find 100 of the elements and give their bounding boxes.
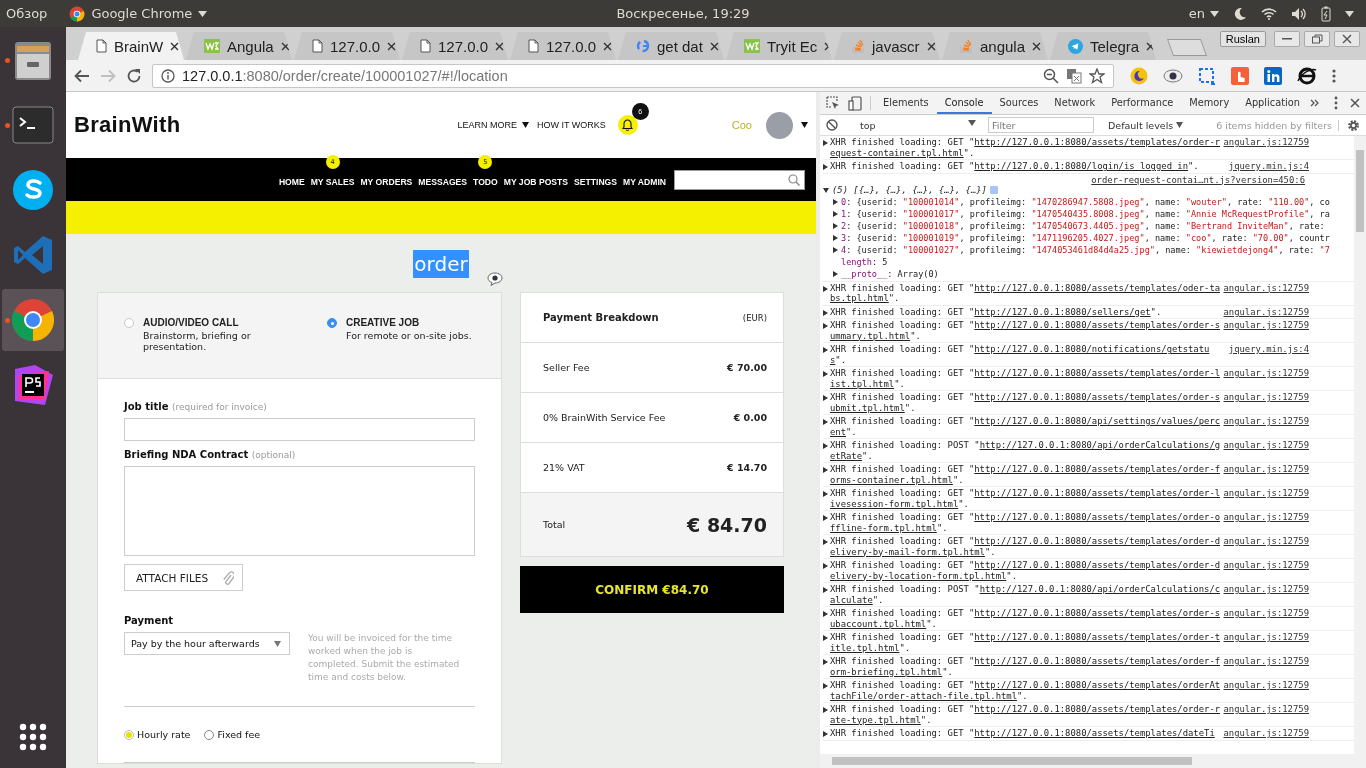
array-entry[interactable]: __proto__: Array(0) (841, 267, 939, 280)
browser-tab[interactable]: get dat (618, 32, 724, 60)
devtools-tab[interactable]: Sources (991, 92, 1047, 114)
menu-button[interactable] (1332, 67, 1336, 84)
expand-arrow-icon[interactable] (823, 443, 828, 449)
expand-arrow-icon[interactable] (823, 635, 828, 641)
devtools-tab[interactable]: Memory (1181, 92, 1238, 114)
source-link[interactable]: angular.js:12759 (1223, 656, 1309, 677)
devtools-tab[interactable]: Elements (875, 92, 937, 114)
radio-button[interactable] (124, 729, 134, 740)
browser-tab[interactable]: 127.0.0 (402, 32, 508, 60)
restore-button[interactable] (1304, 31, 1330, 47)
source-link[interactable]: angular.js:12759 (1223, 488, 1309, 509)
source-link[interactable]: angular.js:12759 (1223, 464, 1309, 485)
source-link[interactable]: angular.js:12759 (1223, 416, 1309, 437)
vertical-scrollbar[interactable] (1354, 136, 1366, 754)
radio-button[interactable] (204, 729, 215, 740)
dock-item[interactable] (2, 289, 64, 351)
array-entry[interactable]: 3: {userid: "100001019", profileimg: "1471196205.4027.jpeg", name: "coo", rate: "70.00", countr (841, 231, 1330, 244)
nav-link[interactable]: MESSAGES (418, 177, 468, 187)
radio-button[interactable] (327, 318, 337, 328)
source-link[interactable]: angular.js:12759 (1223, 632, 1309, 653)
devtools-menu-button[interactable] (1334, 96, 1338, 110)
array-entry[interactable]: 2: {userid: "100001018", profileimg: "1470540673.4405.jpeg", name: "Bertrand InviteMan", rate: (841, 219, 1325, 232)
expand-arrow-icon[interactable] (823, 611, 828, 617)
expand-arrow-icon[interactable] (823, 587, 828, 593)
clock[interactable]: Воскресенье, 19:29 (616, 6, 750, 21)
inspect-button[interactable] (826, 96, 840, 110)
expand-arrow-icon[interactable] (823, 140, 828, 146)
devtools-tab[interactable]: Application (1237, 92, 1308, 114)
nav-link[interactable]: MY ADMIN (623, 177, 666, 187)
expand-arrow-icon[interactable] (823, 371, 828, 377)
expand-arrow-icon[interactable] (823, 683, 828, 689)
expand-arrow-icon[interactable] (823, 659, 828, 665)
source-link[interactable]: angular.js:12759 (1223, 368, 1309, 389)
devtools-tab[interactable]: Network (1046, 92, 1104, 114)
header-link[interactable]: LEARN MORE (457, 120, 529, 130)
expand-arrow-icon[interactable] (823, 323, 828, 329)
extension-button[interactable] (1163, 67, 1183, 84)
nav-link[interactable]: MY JOB POSTS (503, 177, 569, 187)
confirm-button[interactable]: CONFIRM €84.70 (520, 566, 784, 613)
array-entry[interactable]: 1: {userid: "100001017", profileimg: "1470540435.8008.jpeg", name: "Annie McRequestProfile", ra (841, 207, 1330, 220)
extension-button[interactable] (1297, 66, 1317, 85)
header-link[interactable]: HOW IT WORKS (536, 120, 606, 130)
browser-tab[interactable]: Telegra (1050, 32, 1156, 60)
source-link[interactable]: angular.js:12759 (1223, 512, 1309, 533)
expand-arrow-icon[interactable] (833, 247, 838, 253)
notifications-button[interactable] (617, 115, 638, 135)
browser-tab[interactable]: BrainW (78, 32, 184, 60)
expand-arrow-icon[interactable] (823, 707, 828, 713)
expand-arrow-icon[interactable] (823, 467, 828, 473)
minimize-button[interactable] (1274, 31, 1300, 47)
nav-link[interactable]: TODO (473, 177, 498, 187)
horizontal-scrollbar[interactable] (820, 754, 1366, 768)
source-link[interactable]: angular.js:12759 (1223, 392, 1309, 413)
input-field[interactable] (124, 418, 475, 441)
expand-arrow-icon[interactable] (833, 211, 838, 217)
source-link[interactable]: order-request-contai…nt.js?version=450:6 (1091, 174, 1305, 185)
filter-input[interactable]: Filter (988, 117, 1094, 133)
activities-button[interactable]: Обзор (6, 6, 48, 21)
source-link[interactable]: angular.js:12759 (1223, 560, 1309, 581)
browser-tab[interactable]: Angula (186, 32, 292, 60)
devtools-tab[interactable]: Console (936, 92, 992, 114)
expand-arrow-icon[interactable] (823, 164, 828, 170)
app-menu[interactable]: Google Chrome (69, 5, 208, 22)
back-button[interactable] (74, 68, 90, 83)
avatar[interactable] (766, 111, 793, 139)
browser-tab[interactable]: 127.0.0 (510, 32, 616, 60)
close-button[interactable] (1334, 31, 1360, 47)
device-toolbar-button[interactable] (848, 95, 862, 111)
array-entry[interactable]: 0: {userid: "100001014", profileimg: "1470286947.5808.jpeg", name: "wouter", rate: "110.00", co (841, 195, 1330, 208)
expand-arrow-icon[interactable] (823, 285, 828, 292)
source-link[interactable]: angular.js:12759 (1223, 680, 1309, 701)
expand-arrow-icon[interactable] (833, 235, 838, 241)
search-field[interactable] (674, 169, 805, 190)
source-link[interactable]: angular.js:12759 (1223, 306, 1309, 317)
source-link[interactable]: angular.js:12759 (1223, 282, 1309, 304)
expand-arrow-icon[interactable] (833, 271, 838, 277)
extension-button[interactable] (1130, 66, 1148, 85)
console-array-summary[interactable]: (5) [{…}, {…}, {…}, {…}, {…}] (832, 185, 987, 196)
source-link[interactable]: angular.js:12759 (1223, 536, 1309, 557)
source-link[interactable]: angular.js:12759 (1223, 320, 1309, 341)
source-link[interactable]: angular.js:12759 (1223, 704, 1309, 725)
devtools-tab[interactable]: Performance (1103, 92, 1182, 114)
source-link[interactable]: jquery.min.js:4 (1223, 161, 1309, 172)
source-link[interactable]: angular.js:12759 (1223, 137, 1309, 158)
context-dropdown[interactable]: top (846, 119, 980, 131)
expand-arrow-icon[interactable] (823, 347, 828, 353)
radio-button[interactable] (124, 318, 134, 328)
expand-arrow-icon[interactable] (833, 199, 838, 205)
expand-arrow-icon[interactable] (823, 419, 828, 425)
expand-arrow-icon[interactable] (823, 491, 828, 497)
source-link[interactable]: angular.js:12759 (1223, 728, 1309, 739)
expand-arrow-icon[interactable] (823, 395, 828, 401)
log-levels-dropdown[interactable]: Default levels (1108, 119, 1184, 131)
browser-tab[interactable]: 127.0.0 (294, 32, 400, 60)
collapse-arrow-icon[interactable] (823, 187, 829, 193)
browser-tab[interactable]: angula (942, 32, 1048, 60)
expand-arrow-icon[interactable] (833, 223, 838, 229)
source-link[interactable]: jquery.min.js:4 (1223, 344, 1309, 365)
